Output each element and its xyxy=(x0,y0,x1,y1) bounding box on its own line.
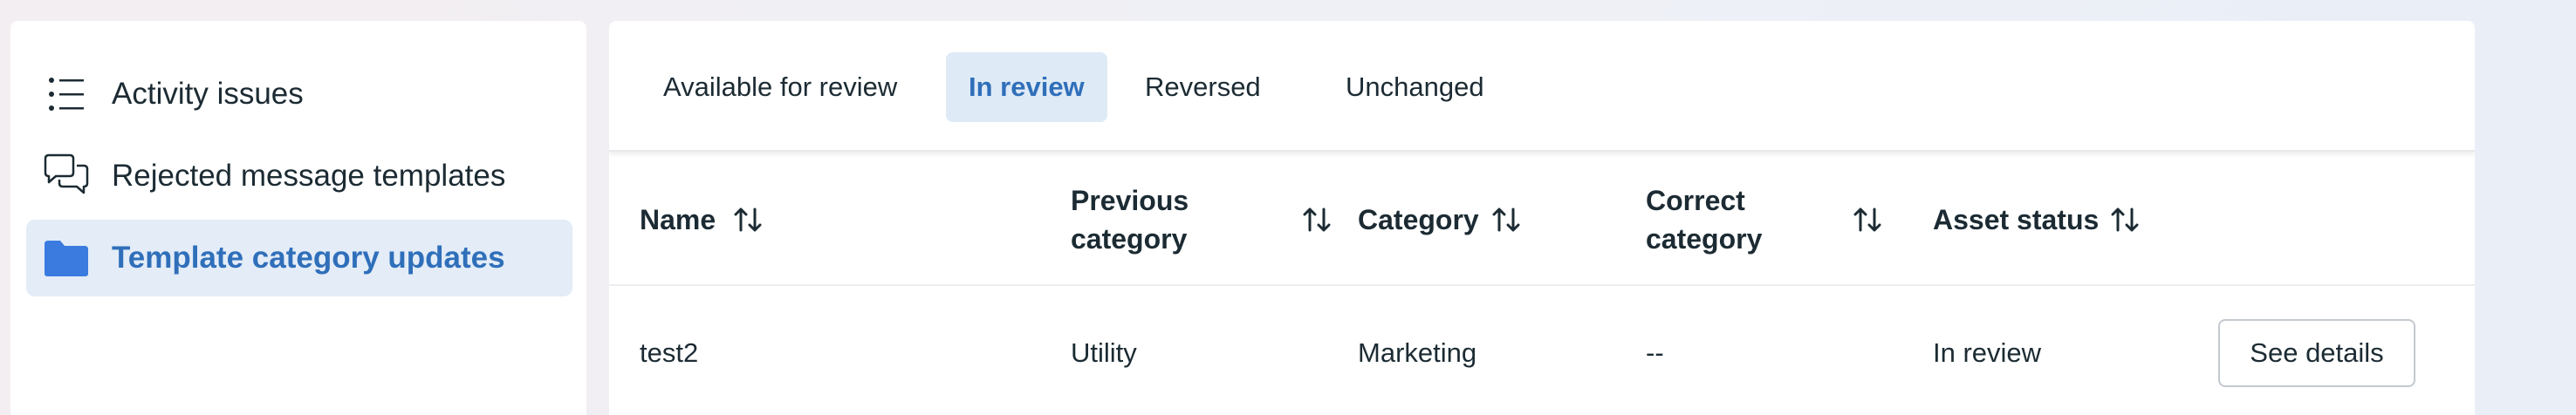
table-row[interactable]: test2 Utility Marketing -- In review See… xyxy=(609,288,2475,415)
sort-icon[interactable] xyxy=(2107,202,2142,237)
column-label: Category xyxy=(1358,204,1479,235)
folder-icon xyxy=(42,234,91,282)
sort-icon[interactable] xyxy=(1299,202,1334,237)
cell-category: Marketing xyxy=(1358,337,1477,368)
column-label: Name xyxy=(640,204,716,235)
sidebar-item-label: Activity issues xyxy=(112,77,304,111)
tab-reversed[interactable]: Reversed xyxy=(1122,52,1284,122)
sort-icon[interactable] xyxy=(1850,202,1885,237)
column-header-previous-category[interactable]: Previous category xyxy=(1071,153,1333,286)
cell-name: test2 xyxy=(640,337,699,368)
tab-available-for-review[interactable]: Available for review xyxy=(641,52,920,122)
column-header-asset-status[interactable]: Asset status xyxy=(1933,153,2212,286)
cell-asset-status: In review xyxy=(1933,337,2042,368)
main-panel: Available for review In review Reversed … xyxy=(609,21,2475,415)
sidebar-item-activity-issues[interactable]: Activity issues xyxy=(26,56,572,133)
sort-icon[interactable] xyxy=(1489,202,1524,237)
column-label: Correct category xyxy=(1646,185,1763,255)
sort-icon[interactable] xyxy=(730,202,765,237)
column-header-category[interactable]: Category xyxy=(1358,153,1620,286)
column-label: Asset status xyxy=(1933,204,2100,235)
sidebar-item-template-category-updates[interactable]: Template category updates xyxy=(26,220,572,296)
sidebar: Activity issues Rejected message templat… xyxy=(10,21,586,415)
sidebar-item-label: Template category updates xyxy=(112,241,505,275)
tab-unchanged[interactable]: Unchanged xyxy=(1323,52,1507,122)
column-label: Previous category xyxy=(1071,185,1189,255)
cell-previous-category: Utility xyxy=(1071,337,1137,368)
table-header: Name Previous category Category Correct … xyxy=(609,153,2475,286)
cell-correct-category: -- xyxy=(1646,337,1664,368)
see-details-button[interactable]: See details xyxy=(2218,319,2415,387)
sidebar-item-rejected-message-templates[interactable]: Rejected message templates xyxy=(26,138,572,214)
column-header-correct-category[interactable]: Correct category xyxy=(1646,153,1908,286)
sidebar-item-label: Rejected message templates xyxy=(112,159,506,193)
column-header-name[interactable]: Name xyxy=(640,153,901,286)
tab-in-review[interactable]: In review xyxy=(946,52,1107,122)
list-icon xyxy=(42,70,91,119)
speech-bubbles-icon xyxy=(42,152,91,201)
tab-bar: Available for review In review Reversed … xyxy=(609,21,2475,152)
